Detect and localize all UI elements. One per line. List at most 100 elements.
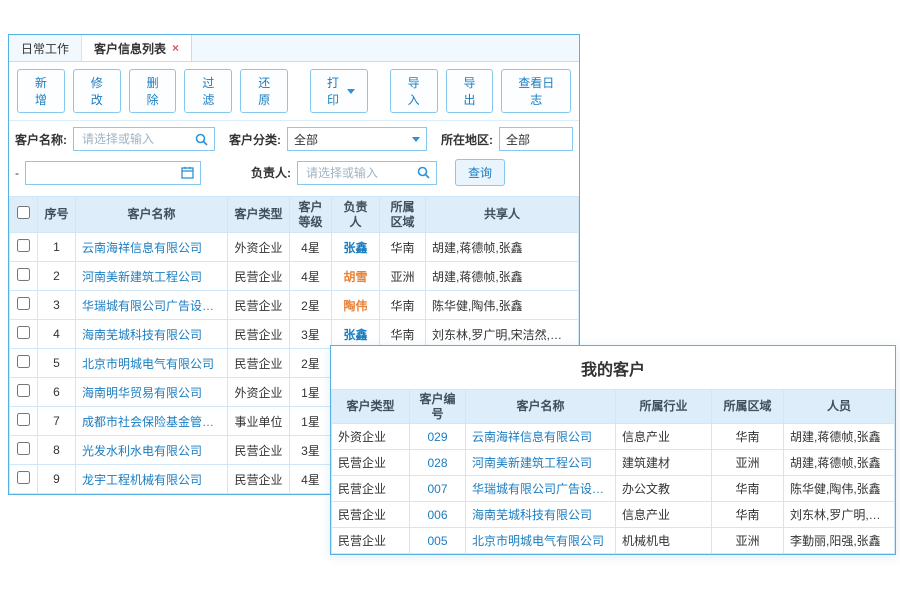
cell-type: 民营企业 — [332, 476, 410, 502]
table-row[interactable]: 民营企业 007 华瑞城有限公司广告设计部 办公文教 华南 陈华健,陶伟,张鑫 — [332, 476, 895, 502]
table-row[interactable]: 1 云南海祥信息有限公司 外资企业 4星 张鑫 华南 胡建,蒋德帧,张鑫 — [10, 233, 579, 262]
cell-checkbox — [10, 465, 38, 494]
table-row[interactable]: 民营企业 006 海南芜城科技有限公司 信息产业 华南 刘东林,罗广明,宋洁然.… — [332, 502, 895, 528]
customer-name-link[interactable]: 河南美新建筑工程公司 — [466, 450, 616, 476]
header-customer-level: 客户等级 — [290, 197, 332, 233]
cell-level: 4星 — [290, 262, 332, 291]
print-button[interactable]: 打印 — [310, 69, 369, 113]
table-row[interactable]: 民营企业 028 河南美新建筑工程公司 建筑建材 亚洲 胡建,蒋德帧,张鑫 — [332, 450, 895, 476]
owner-text-input[interactable] — [304, 165, 413, 181]
region-select[interactable]: 全部 — [499, 127, 573, 151]
cell-shared: 胡建,蒋德帧,张鑫 — [426, 233, 579, 262]
export-button[interactable]: 导出 — [446, 69, 494, 113]
cell-checkbox — [10, 233, 38, 262]
row-checkbox[interactable] — [17, 239, 30, 252]
chevron-down-icon[interactable] — [412, 137, 420, 142]
owner-link[interactable]: 陶伟 — [332, 291, 380, 320]
row-checkbox[interactable] — [17, 355, 30, 368]
customer-code-link[interactable]: 006 — [410, 502, 466, 528]
cell-region: 亚洲 — [712, 528, 784, 554]
customer-code-link[interactable]: 005 — [410, 528, 466, 554]
customer-name-link[interactable]: 光发水利水电有限公司 — [76, 436, 228, 465]
cell-industry: 信息产业 — [616, 424, 712, 450]
row-checkbox[interactable] — [17, 384, 30, 397]
customer-name-link[interactable]: 华瑞城有限公司广告设计部 — [466, 476, 616, 502]
customer-name-link[interactable]: 北京市明城电气有限公司 — [76, 349, 228, 378]
cell-type: 民营企业 — [228, 465, 290, 494]
date-input[interactable] — [25, 161, 201, 185]
cell-shared: 胡建,蒋德帧,张鑫 — [426, 262, 579, 291]
import-button[interactable]: 导入 — [390, 69, 438, 113]
query-button[interactable]: 查询 — [455, 159, 505, 186]
close-tab-icon[interactable]: × — [172, 41, 179, 55]
customer-code-link[interactable]: 029 — [410, 424, 466, 450]
cell-level: 4星 — [290, 465, 332, 494]
cell-type: 民营企业 — [228, 320, 290, 349]
cell-no: 3 — [38, 291, 76, 320]
delete-button[interactable]: 删除 — [129, 69, 177, 113]
my-customers-title: 我的客户 — [331, 346, 895, 389]
select-all-checkbox[interactable] — [17, 206, 30, 219]
header-region: 所属区域 — [380, 197, 426, 233]
cell-checkbox — [10, 320, 38, 349]
table-row[interactable]: 外资企业 029 云南海祥信息有限公司 信息产业 华南 胡建,蒋德帧,张鑫 — [332, 424, 895, 450]
customer-name-link[interactable]: 河南美新建筑工程公司 — [76, 262, 228, 291]
filter-button-label: 过滤 — [197, 74, 219, 108]
cell-region: 亚洲 — [380, 262, 426, 291]
table-row[interactable]: 3 华瑞城有限公司广告设计部 民营企业 2星 陶伟 华南 陈华健,陶伟,张鑫 — [10, 291, 579, 320]
row-checkbox[interactable] — [17, 297, 30, 310]
customer-name-link[interactable]: 海南芜城科技有限公司 — [76, 320, 228, 349]
header-industry: 所属行业 — [616, 390, 712, 424]
date-text-input[interactable] — [32, 165, 177, 181]
calendar-icon[interactable] — [181, 166, 194, 179]
edit-button[interactable]: 修改 — [73, 69, 121, 113]
cell-region: 华南 — [380, 233, 426, 262]
customer-name-link[interactable]: 北京市明城电气有限公司 — [466, 528, 616, 554]
owner-link[interactable]: 胡雪 — [332, 262, 380, 291]
row-checkbox[interactable] — [17, 326, 30, 339]
customer-name-link[interactable]: 龙宇工程机械有限公司 — [76, 465, 228, 494]
tab-daily-work[interactable]: 日常工作 — [9, 35, 82, 61]
search-icon[interactable] — [417, 166, 430, 179]
restore-button[interactable]: 还原 — [240, 69, 288, 113]
customer-name-link[interactable]: 成都市社会保险基金管理... — [76, 407, 228, 436]
header-customer-type: 客户类型 — [332, 390, 410, 424]
category-value: 全部 — [294, 131, 408, 148]
customer-name-link[interactable]: 海南芜城科技有限公司 — [466, 502, 616, 528]
cell-region: 华南 — [712, 476, 784, 502]
edit-button-label: 修改 — [86, 74, 108, 108]
cell-region: 亚洲 — [712, 450, 784, 476]
my-customers-table: 客户类型 客户编号 客户名称 所属行业 所属区域 人员 外资企业 029 云南海… — [331, 389, 895, 554]
cell-level: 4星 — [290, 233, 332, 262]
tab-customer-list[interactable]: 客户信息列表 × — [82, 35, 192, 61]
owner-input[interactable] — [297, 161, 437, 185]
cell-no: 7 — [38, 407, 76, 436]
customer-name-link[interactable]: 华瑞城有限公司广告设计部 — [76, 291, 228, 320]
view-log-button[interactable]: 查看日志 — [501, 69, 571, 113]
customer-name-link[interactable]: 云南海祥信息有限公司 — [76, 233, 228, 262]
owner-link[interactable]: 张鑫 — [332, 233, 380, 262]
customer-name-input[interactable] — [73, 127, 215, 151]
header-customer-code: 客户编号 — [410, 390, 466, 424]
customer-code-link[interactable]: 028 — [410, 450, 466, 476]
row-checkbox[interactable] — [17, 268, 30, 281]
table-row[interactable]: 2 河南美新建筑工程公司 民营企业 4星 胡雪 亚洲 胡建,蒋德帧,张鑫 — [10, 262, 579, 291]
cell-level: 3星 — [290, 436, 332, 465]
header-staff: 人员 — [784, 390, 895, 424]
row-checkbox[interactable] — [17, 413, 30, 426]
cell-industry: 机械机电 — [616, 528, 712, 554]
row-checkbox[interactable] — [17, 442, 30, 455]
customer-name-link[interactable]: 海南明华贸易有限公司 — [76, 378, 228, 407]
search-icon[interactable] — [195, 133, 208, 146]
region-value: 全部 — [506, 131, 566, 148]
row-checkbox[interactable] — [17, 471, 30, 484]
filter-button[interactable]: 过滤 — [184, 69, 232, 113]
customer-name-text-input[interactable] — [80, 131, 191, 147]
cell-no: 2 — [38, 262, 76, 291]
customer-code-link[interactable]: 007 — [410, 476, 466, 502]
header-owner: 负责人 — [332, 197, 380, 233]
add-button[interactable]: 新增 — [17, 69, 65, 113]
table-row[interactable]: 民营企业 005 北京市明城电气有限公司 机械机电 亚洲 李勤丽,阳强,张鑫 — [332, 528, 895, 554]
category-select[interactable]: 全部 — [287, 127, 427, 151]
customer-name-link[interactable]: 云南海祥信息有限公司 — [466, 424, 616, 450]
